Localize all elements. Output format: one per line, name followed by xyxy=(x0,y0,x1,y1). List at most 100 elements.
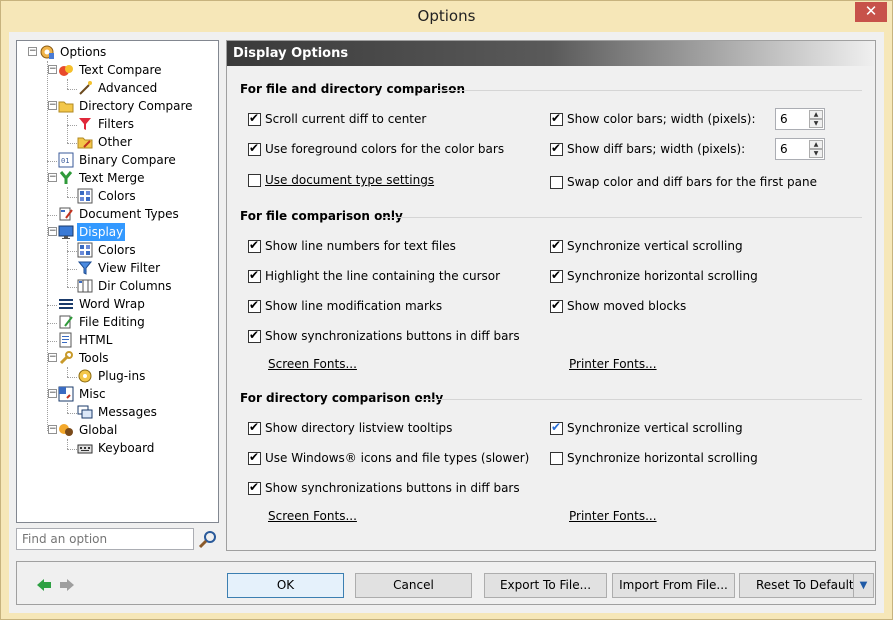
collapse-text-compare[interactable]: − xyxy=(48,65,57,74)
tree-item-view-filter[interactable]: View Filter xyxy=(77,259,162,277)
panel-title: Display Options xyxy=(227,41,875,66)
cancel-button[interactable]: Cancel xyxy=(355,573,472,598)
tree-item-html[interactable]: HTML xyxy=(58,331,114,349)
swap-bars-checkbox[interactable]: Swap color and diff bars for the first p… xyxy=(550,175,817,189)
collapse-text-merge[interactable]: − xyxy=(48,173,57,182)
tree-item-display[interactable]: Display xyxy=(58,223,126,241)
tree-item-text-compare[interactable]: Text Compare xyxy=(58,61,164,79)
highlight-line-checkbox[interactable]: Highlight the line containing the cursor xyxy=(248,268,500,283)
html-icon xyxy=(58,332,74,348)
section-title-dir: For directory comparison only xyxy=(240,391,444,405)
dir-sync-vertical-checkbox[interactable]: Synchronize vertical scrolling xyxy=(550,420,743,435)
tree-item-messages[interactable]: Messages xyxy=(77,403,159,421)
forward-arrow-icon[interactable] xyxy=(59,578,75,592)
section-divider xyxy=(382,217,862,218)
tree-item-text-merge[interactable]: Text Merge xyxy=(58,169,147,187)
tree-item-plug-ins[interactable]: Plug-ins xyxy=(77,367,147,385)
plugin-gear-icon xyxy=(77,368,93,384)
show-diff-bars-checkbox[interactable]: Show diff bars; width (pixels): xyxy=(550,141,745,156)
file-sync-vertical-checkbox[interactable]: Synchronize vertical scrolling xyxy=(550,238,743,253)
tree-item-file-editing[interactable]: File Editing xyxy=(58,313,147,331)
line-numbers-checkbox[interactable]: Show line numbers for text files xyxy=(248,238,456,253)
folder-icon xyxy=(58,98,74,114)
text-compare-icon xyxy=(58,62,74,78)
tree-item-misc[interactable]: Misc xyxy=(58,385,108,403)
ok-button[interactable]: OK xyxy=(227,573,344,598)
listview-tooltips-checkbox[interactable]: Show directory listview tooltips xyxy=(248,420,452,435)
show-color-bars-checkbox[interactable]: Show color bars; width (pixels): xyxy=(550,111,756,126)
color-bars-width-spinner[interactable]: 6 ▲ ▼ xyxy=(775,108,825,130)
dir-sync-horizontal-checkbox[interactable]: Synchronize horizontal scrolling xyxy=(550,451,758,465)
display-options-panel: Display Options For file and directory c… xyxy=(226,40,876,551)
dir-screen-fonts-link[interactable]: Screen Fonts... xyxy=(268,509,357,523)
tree-item-options[interactable]: Options xyxy=(39,43,108,61)
tree-item-tools[interactable]: Tools xyxy=(58,349,111,367)
scroll-center-checkbox[interactable]: Scroll current diff to center xyxy=(248,111,426,126)
collapse-display[interactable]: − xyxy=(48,227,57,236)
file-sync-buttons-checkbox[interactable]: Show synchronizations buttons in diff ba… xyxy=(248,328,520,343)
spin-down-icon[interactable]: ▼ xyxy=(809,149,823,158)
import-from-file-button[interactable]: Import From File... xyxy=(612,573,735,598)
tree-item-directory-compare[interactable]: Directory Compare xyxy=(58,97,195,115)
word-wrap-icon xyxy=(58,296,74,312)
merge-icon xyxy=(58,170,74,186)
folder-edit-icon xyxy=(77,134,93,150)
tree-item-word-wrap[interactable]: Word Wrap xyxy=(58,295,147,313)
window-title: Options xyxy=(417,7,476,25)
dropdown-arrow-icon[interactable]: ▼ xyxy=(853,574,873,597)
collapse-misc[interactable]: − xyxy=(48,389,57,398)
funnel-icon xyxy=(77,260,93,276)
dir-sync-buttons-checkbox[interactable]: Show synchronizations buttons in diff ba… xyxy=(248,480,520,495)
tree-item-document-types[interactable]: Document Types xyxy=(58,205,181,223)
spin-down-icon[interactable]: ▼ xyxy=(809,119,823,128)
monitor-icon xyxy=(58,224,74,240)
collapse-global[interactable]: − xyxy=(48,425,57,434)
diff-bars-width-spinner[interactable]: 6 ▲ ▼ xyxy=(775,138,825,160)
mod-marks-checkbox[interactable]: Show line modification marks xyxy=(248,298,442,313)
misc-icon xyxy=(58,386,74,402)
tree-item-binary-compare[interactable]: 01 Binary Compare xyxy=(58,151,178,169)
file-edit-icon xyxy=(58,314,74,330)
tree-item-filters[interactable]: Filters xyxy=(77,115,136,133)
title-bar[interactable]: Options ✕ xyxy=(1,1,892,32)
tree-item-keyboard[interactable]: Keyboard xyxy=(77,439,156,457)
spin-up-icon[interactable]: ▲ xyxy=(809,110,823,119)
tree-item-advanced[interactable]: Advanced xyxy=(77,79,159,97)
file-sync-horizontal-checkbox[interactable]: Synchronize horizontal scrolling xyxy=(550,268,758,283)
tree-item-merge-colors[interactable]: Colors xyxy=(77,187,138,205)
tree-item-dir-columns[interactable]: Dir Columns xyxy=(77,277,174,295)
windows-icons-checkbox[interactable]: Use Windows® icons and file types (slowe… xyxy=(248,450,529,465)
keyboard-icon xyxy=(77,440,93,456)
find-option-input[interactable] xyxy=(16,528,194,550)
moved-blocks-checkbox[interactable]: Show moved blocks xyxy=(550,298,686,313)
fg-colors-checkbox[interactable]: Use foreground colors for the color bars xyxy=(248,141,504,156)
document-types-icon xyxy=(58,206,74,222)
messages-icon xyxy=(77,404,93,420)
tree-item-display-colors[interactable]: Colors xyxy=(77,241,138,259)
reset-label: Reset To Default xyxy=(756,578,854,592)
doc-type-settings-checkbox[interactable]: Use document type settings xyxy=(248,173,434,187)
tree-item-global[interactable]: Global xyxy=(58,421,119,439)
dir-printer-fonts-link[interactable]: Printer Fonts... xyxy=(569,509,657,523)
global-icon xyxy=(58,422,74,438)
svg-text:01: 01 xyxy=(61,157,69,165)
tree-item-other[interactable]: Other xyxy=(77,133,134,151)
wrench-icon xyxy=(58,350,74,366)
magic-wand-icon xyxy=(77,80,93,96)
options-tree: − Options − Text Compare Advanced − Dire… xyxy=(16,40,219,523)
back-arrow-icon[interactable] xyxy=(36,578,52,592)
collapse-directory-compare[interactable]: − xyxy=(48,101,57,110)
close-button[interactable]: ✕ xyxy=(855,2,887,22)
collapse-options[interactable]: − xyxy=(28,47,37,56)
reset-to-default-button[interactable]: Reset To Default ▼ xyxy=(739,573,874,598)
filter-icon xyxy=(77,116,93,132)
section-divider xyxy=(437,90,862,91)
export-to-file-button[interactable]: Export To File... xyxy=(484,573,607,598)
file-screen-fonts-link[interactable]: Screen Fonts... xyxy=(268,357,357,371)
spin-up-icon[interactable]: ▲ xyxy=(809,140,823,149)
file-printer-fonts-link[interactable]: Printer Fonts... xyxy=(569,357,657,371)
colors-grid-icon xyxy=(77,188,93,204)
collapse-tools[interactable]: − xyxy=(48,353,57,362)
section-title-file-dir: For file and directory comparison xyxy=(240,82,466,96)
search-icon[interactable] xyxy=(198,529,218,549)
